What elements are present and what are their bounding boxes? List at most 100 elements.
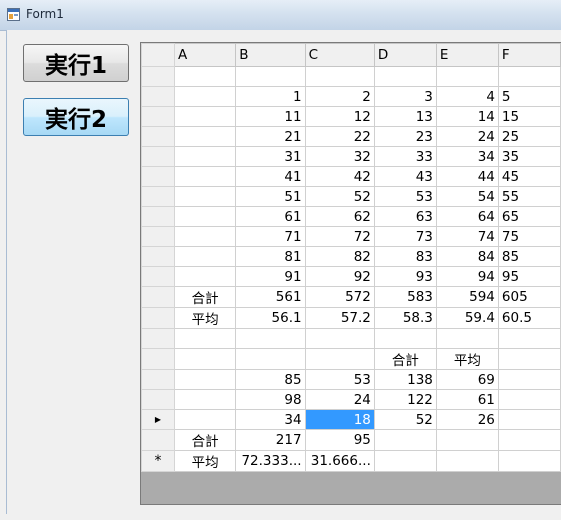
grid-cell-f[interactable]: 5 (497, 86, 561, 107)
grid-cell-a[interactable] (173, 409, 237, 430)
row-header-cell[interactable]: ▶ (141, 409, 175, 430)
grid-cell-b[interactable] (235, 328, 306, 349)
grid-cell-d[interactable]: 43 (373, 166, 437, 187)
row-header-cell[interactable] (141, 146, 175, 167)
row-header-cell[interactable] (141, 286, 175, 308)
grid-cell-b[interactable]: 31 (235, 146, 306, 167)
grid-cell-f[interactable]: 60.5 (497, 307, 561, 329)
row-header-cell[interactable] (141, 307, 175, 329)
grid-cell-e[interactable]: 34 (435, 146, 499, 167)
column-header-d[interactable]: D (373, 43, 437, 67)
grid-cell-e[interactable]: 平均 (435, 348, 499, 370)
grid-cell-a[interactable] (173, 266, 237, 287)
grid-cell-f[interactable]: 45 (497, 166, 561, 187)
grid-cell-a[interactable] (173, 126, 237, 147)
grid-cell-c[interactable]: 24 (304, 389, 375, 410)
grid-cell-e[interactable]: 594 (435, 286, 499, 308)
row-header-cell[interactable] (141, 86, 175, 107)
grid-cell-d[interactable]: 63 (373, 206, 437, 227)
grid-cell-b[interactable]: 217 (235, 429, 306, 451)
row-header-cell[interactable] (141, 246, 175, 267)
grid-cell-c[interactable] (304, 66, 375, 87)
grid-cell-c[interactable]: 72 (304, 226, 375, 247)
row-header-cell[interactable] (141, 126, 175, 147)
grid-cell-e[interactable]: 74 (435, 226, 499, 247)
grid-cell-d[interactable]: 23 (373, 126, 437, 147)
grid-cell-d[interactable]: 53 (373, 186, 437, 207)
grid-cell-b[interactable]: 91 (235, 266, 306, 287)
grid-cell-f[interactable]: 55 (497, 186, 561, 207)
grid-cell-b[interactable] (235, 66, 306, 87)
run1-button[interactable]: 実行1 (23, 44, 129, 82)
grid-cell-a[interactable]: 平均 (173, 450, 237, 472)
grid-cell-d[interactable]: 合計 (373, 348, 437, 370)
grid-cell-d[interactable]: 73 (373, 226, 437, 247)
grid-cell-b[interactable]: 41 (235, 166, 306, 187)
row-header-cell[interactable] (141, 389, 175, 410)
run2-button[interactable]: 実行2 (23, 98, 129, 136)
grid-cell-d[interactable]: 58.3 (373, 307, 437, 329)
grid-cell-c[interactable]: 82 (304, 246, 375, 267)
grid-cell-c[interactable] (304, 348, 375, 370)
grid-cell-d[interactable]: 583 (373, 286, 437, 308)
grid-cell-e[interactable]: 64 (435, 206, 499, 227)
grid-cell-a[interactable] (173, 106, 237, 127)
grid-cell-f[interactable]: 95 (497, 266, 561, 287)
grid-cell-e[interactable]: 14 (435, 106, 499, 127)
grid-cell-a[interactable] (173, 246, 237, 267)
grid-cell-d[interactable] (373, 429, 437, 451)
column-header-e[interactable]: E (435, 43, 499, 67)
grid-cell-b[interactable]: 561 (235, 286, 306, 308)
grid-cell-d[interactable]: 122 (373, 389, 437, 410)
grid-cell-f[interactable] (497, 409, 561, 430)
grid-cell-e[interactable]: 54 (435, 186, 499, 207)
grid-cell-f[interactable] (497, 348, 561, 370)
column-header-f[interactable]: F (497, 43, 561, 67)
grid-cell-c[interactable]: 32 (304, 146, 375, 167)
grid-cell-e[interactable] (435, 450, 499, 472)
grid-cell-c[interactable]: 22 (304, 126, 375, 147)
grid-cell-a[interactable] (173, 226, 237, 247)
grid-cell-d[interactable]: 52 (373, 409, 437, 430)
column-header-b[interactable]: B (235, 43, 306, 67)
grid-cell-f[interactable] (497, 429, 561, 451)
grid-cell-b[interactable] (235, 348, 306, 370)
grid-cell-c[interactable]: 31.666... (304, 450, 375, 472)
grid-cell-a[interactable] (173, 328, 237, 349)
row-header-cell[interactable] (141, 66, 175, 87)
grid-cell-d[interactable] (373, 66, 437, 87)
grid-cell-f[interactable] (497, 450, 561, 472)
grid-cell-f[interactable] (497, 369, 561, 390)
grid-cell-e[interactable]: 26 (435, 409, 499, 430)
grid-cell-c[interactable]: 572 (304, 286, 375, 308)
row-header-cell[interactable] (141, 206, 175, 227)
grid-cell-e[interactable] (435, 429, 499, 451)
grid-cell-b[interactable]: 1 (235, 86, 306, 107)
row-header-cell[interactable]: * (141, 450, 175, 472)
grid-cell-e[interactable]: 61 (435, 389, 499, 410)
grid-cell-a[interactable] (173, 389, 237, 410)
grid-cell-f[interactable]: 65 (497, 206, 561, 227)
grid-cell-a[interactable] (173, 146, 237, 167)
row-header-cell[interactable] (141, 106, 175, 127)
grid-cell-e[interactable]: 69 (435, 369, 499, 390)
grid-cell-a[interactable] (173, 186, 237, 207)
column-header-c[interactable]: C (304, 43, 375, 67)
grid-cell-f[interactable] (497, 389, 561, 410)
grid-cell-b[interactable]: 72.333... (235, 450, 306, 472)
row-header-cell[interactable] (141, 186, 175, 207)
grid-cell-a[interactable]: 合計 (173, 286, 237, 308)
grid-cell-e[interactable]: 84 (435, 246, 499, 267)
grid-cell-c[interactable]: 42 (304, 166, 375, 187)
grid-cell-b[interactable]: 81 (235, 246, 306, 267)
grid-cell-e[interactable]: 94 (435, 266, 499, 287)
grid-cell-f[interactable]: 75 (497, 226, 561, 247)
grid-cell-a[interactable] (173, 206, 237, 227)
grid-cell-a[interactable] (173, 166, 237, 187)
grid-cell-a[interactable] (173, 348, 237, 370)
row-header-cell[interactable] (141, 266, 175, 287)
grid-cell-a[interactable] (173, 369, 237, 390)
grid-cell-c[interactable]: 18 (304, 409, 375, 430)
grid-cell-b[interactable]: 11 (235, 106, 306, 127)
grid-cell-f[interactable]: 15 (497, 106, 561, 127)
